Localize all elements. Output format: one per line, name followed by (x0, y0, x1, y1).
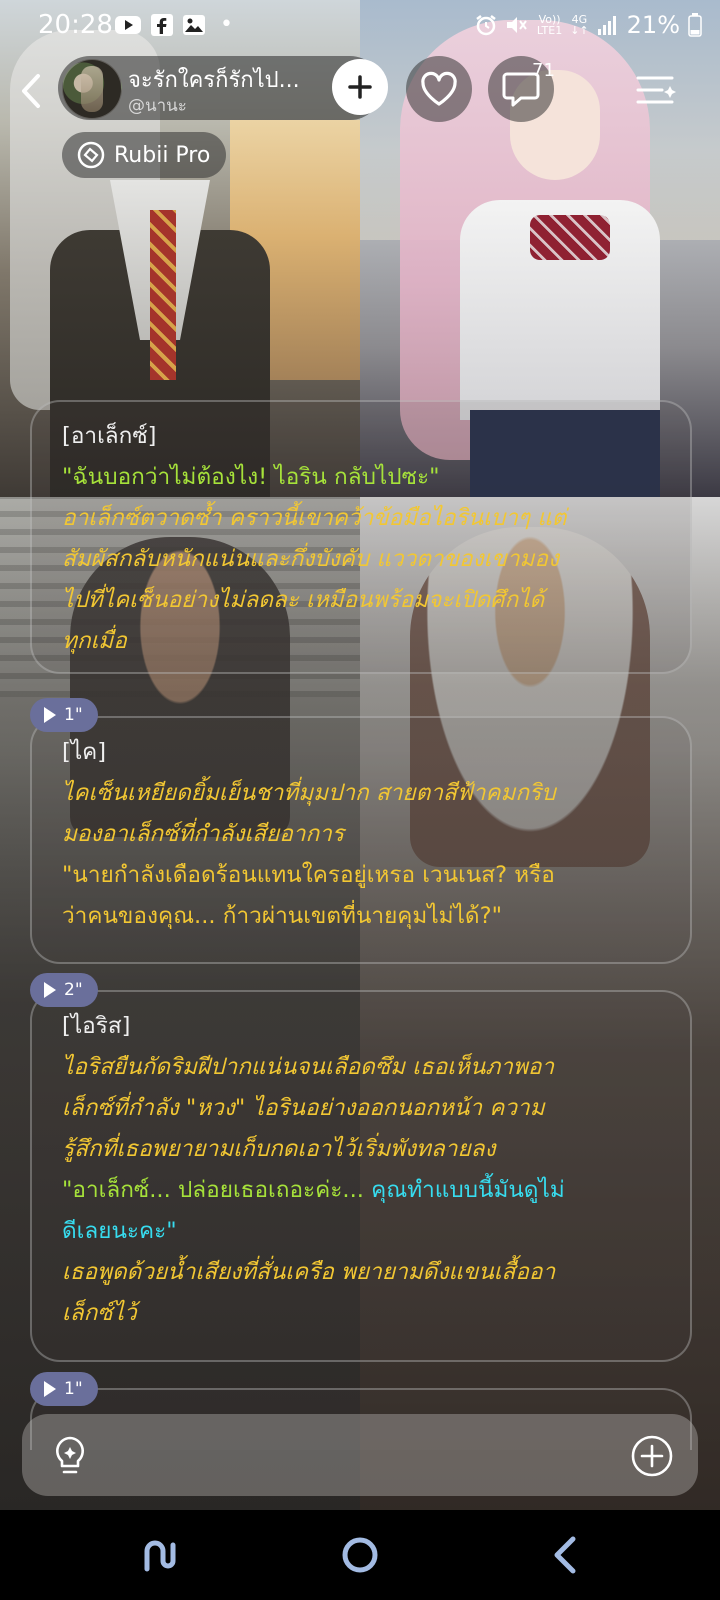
recent-apps-button[interactable] (138, 1532, 188, 1578)
voice-duration: 1" (64, 705, 83, 725)
rubii-pro-icon (77, 141, 105, 169)
follow-plus-button[interactable] (332, 59, 388, 115)
menu-button[interactable] (636, 70, 678, 110)
heart-icon (421, 71, 457, 106)
message-line: ว่าคนของคุณ... ก้าวผ่านเขตที่นายคุมไม่ได… (62, 903, 502, 929)
message-line: อาเล็กซ์ตวาดซ้ำ คราวนี้เขาคว้าข้อมือไอริ… (62, 505, 567, 531)
message-card[interactable]: [ไอริส] ไอริสยืนกัดริมฝีปากแน่นจนเลือดซึ… (30, 990, 692, 1362)
message-line: ดีเลยนะคะ" (62, 1218, 177, 1244)
voice-play-button[interactable]: 1" (30, 698, 98, 732)
youtube-icon (114, 12, 142, 37)
play-icon (44, 982, 56, 998)
gallery-icon (182, 12, 206, 37)
message-line: เล็กซ์ที่กำลัง "หวง" ไอรินอย่างออกนอกหน้… (62, 1095, 545, 1121)
rubii-pro-badge[interactable]: Rubii Pro (62, 132, 226, 178)
data-activity-label: 4G ↓↑ (570, 13, 589, 37)
message-speaker: [อาเล็กซ์] (62, 423, 157, 449)
status-time: 20:28 (38, 10, 113, 40)
back-button[interactable] (14, 66, 48, 116)
voice-play-button[interactable]: 2" (30, 973, 98, 1007)
alarm-icon (475, 14, 497, 36)
plus-circle-icon (631, 1435, 673, 1477)
voice-play-button[interactable]: 1" (30, 1372, 98, 1406)
like-button[interactable] (406, 56, 472, 122)
voice-duration: 2" (64, 980, 83, 1000)
chat-avatar[interactable] (62, 59, 122, 119)
system-navigation-bar (0, 1510, 720, 1600)
message-line: คุณทำแบบนี้มันดูไม่ (371, 1177, 565, 1203)
play-icon (44, 707, 56, 723)
signal-icon (597, 14, 619, 36)
lightbulb-icon (56, 1436, 84, 1474)
creator-handle: @นานะ (128, 96, 187, 116)
message-line: ทุกเมื่อ (62, 628, 127, 654)
message-line: สัมผัสกลับหนักแน่นและกึ่งบังคับ แววตาของ… (62, 546, 560, 572)
chevron-left-icon (22, 74, 40, 108)
battery-icon (688, 13, 702, 37)
message-line: เธอพูดด้วยน้ำเสียงที่สั่นเครือ พยายามดึง… (62, 1259, 556, 1285)
message-line: "อาเล็กซ์... ปล่อยเธอเถอะค่ะ... (62, 1177, 372, 1203)
mute-icon (505, 14, 529, 36)
message-card[interactable]: [อาเล็กซ์] "ฉันบอกว่าไม่ต้องไง! ไอริน กล… (30, 400, 692, 674)
message-line: รู้สึกที่เธอพยายามเก็บกดเอาไว้เริ่มพังทล… (62, 1136, 496, 1162)
suggestion-button[interactable] (50, 1434, 90, 1478)
status-dot: • (220, 12, 233, 37)
add-attachment-button[interactable] (630, 1434, 674, 1478)
network-label: Vo)) LTE1 (536, 13, 563, 37)
home-icon (342, 1537, 378, 1573)
plus-icon (348, 75, 372, 99)
voice-duration: 1" (64, 1379, 83, 1399)
status-bar: 20:28 • Vo)) LTE1 4G ↓↑ 21% (0, 0, 720, 52)
back-chevron-icon (554, 1536, 576, 1574)
message-line: เล็กซ์ไว้ (62, 1300, 137, 1326)
facebook-icon (150, 12, 174, 37)
play-icon (44, 1381, 56, 1397)
rubii-pro-label: Rubii Pro (114, 142, 211, 168)
message-line: "นายกำลังเดือดร้อนแทนใครอยู่เหรอ เวนเนส?… (62, 862, 555, 888)
message-line: ไปที่ไคเซ็นอย่างไม่ลดละ เหมือนพร้อมจะเปิ… (62, 587, 545, 613)
message-card[interactable]: [ไค] ไคเซ็นเหยียดยิ้มเย็นชาที่มุมปาก สาย… (30, 716, 692, 964)
system-back-button[interactable] (540, 1532, 590, 1578)
message-input-bar (22, 1414, 698, 1496)
message-input[interactable] (112, 1434, 636, 1480)
message-speaker: [ไอริส] (62, 1013, 131, 1039)
message-line: "ฉันบอกว่าไม่ต้องไง! ไอริน กลับไปซะ" (62, 464, 440, 490)
message-line: มองอาเล็กซ์ที่กำลังเสียอาการ (62, 821, 344, 847)
message-line: ไคเซ็นเหยียดยิ้มเย็นชาที่มุมปาก สายตาสีฟ… (62, 780, 556, 806)
menu-sparkle-icon (636, 76, 676, 104)
home-button[interactable] (335, 1532, 385, 1578)
battery-percent: 21% (626, 11, 680, 39)
comment-count: 71 (532, 60, 555, 81)
recent-apps-icon (144, 1540, 176, 1572)
message-speaker: [ไค] (62, 739, 107, 765)
message-line: ไอริสยืนกัดริมฝีปากแน่นจนเลือดซึม เธอเห็… (62, 1054, 555, 1080)
